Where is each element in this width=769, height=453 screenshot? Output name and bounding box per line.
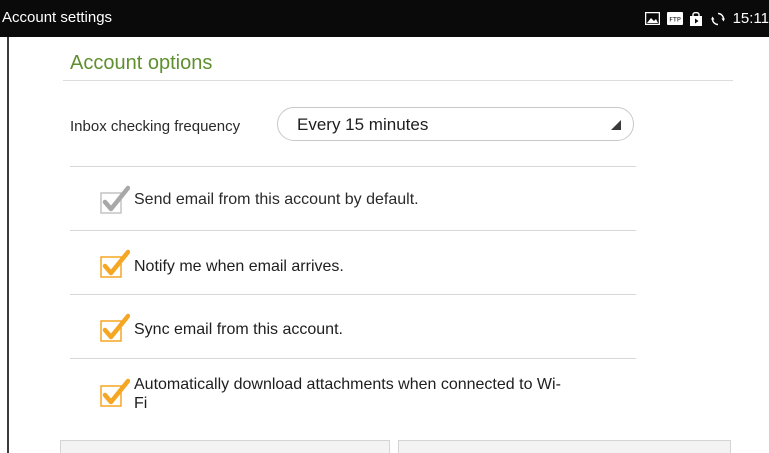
section-header: Account options: [70, 52, 213, 74]
window-edge: [7, 37, 9, 453]
setting-label-continued: Fi: [134, 395, 148, 412]
image-icon: [644, 11, 660, 25]
divider: [70, 358, 636, 359]
divider: [70, 166, 636, 167]
setting-label: Sync email from this account.: [134, 321, 343, 338]
ftp-icon-label: FTP: [669, 15, 681, 23]
setting-auto-download[interactable]: Automatically download attachments when …: [70, 360, 636, 432]
ftp-icon: FTP: [666, 11, 683, 25]
checkbox-auto-download[interactable]: [100, 377, 131, 407]
bottom-button-right[interactable]: [398, 440, 731, 453]
setting-notify[interactable]: Notify me when email arrives.: [70, 232, 636, 294]
status-icons: FTP 15:11: [644, 8, 769, 28]
bottom-button-left[interactable]: [60, 440, 390, 453]
checkbox-sync[interactable]: [100, 312, 131, 342]
setting-sync[interactable]: Sync email from this account.: [70, 296, 636, 358]
setting-label: Notify me when email arrives.: [134, 258, 344, 275]
dropdown-arrow-icon: [608, 116, 622, 130]
shopping-bag-icon: [689, 11, 704, 26]
status-bar: Account settings FTP 15:11: [0, 0, 769, 37]
frequency-selected-value: Every 15 minutes: [297, 115, 429, 134]
setting-label: Automatically download attachments when …: [134, 376, 561, 393]
setting-label: Send email from this account by default.: [134, 191, 419, 208]
setting-default-account[interactable]: Send email from this account by default.: [70, 168, 636, 230]
sync-icon: [710, 12, 726, 25]
checkbox-notify[interactable]: [100, 248, 131, 278]
frequency-dropdown[interactable]: Every 15 minutes: [277, 107, 634, 141]
clock: 15:11: [732, 9, 769, 27]
section-divider: [63, 80, 733, 81]
screen-title: Account settings: [2, 9, 113, 26]
divider: [70, 294, 636, 295]
checkbox-default-account[interactable]: [100, 184, 131, 214]
divider: [70, 230, 636, 231]
frequency-label: Inbox checking frequency: [70, 118, 241, 135]
